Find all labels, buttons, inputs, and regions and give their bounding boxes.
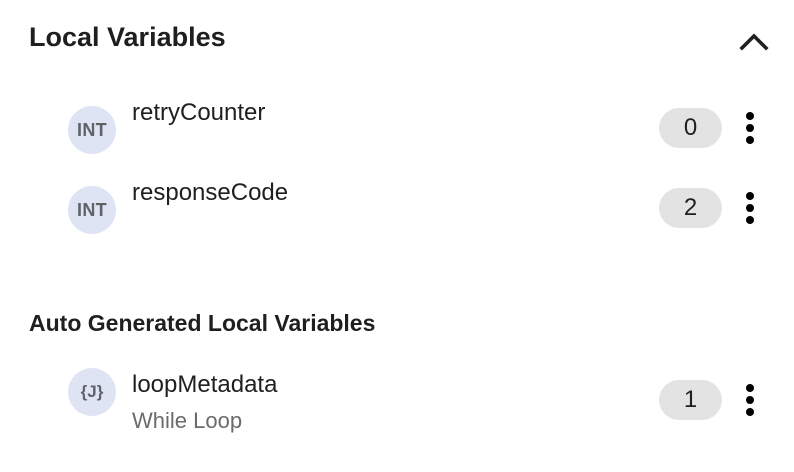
variable-name: responseCode [132,179,289,206]
usage-count-badge: 1 [659,380,722,420]
usage-count-badge: 2 [659,188,722,228]
more-options-button[interactable] [736,380,764,420]
more-options-button[interactable] [736,108,764,148]
variable-name: loopMetadata [132,371,278,398]
int-type-icon: INT [68,186,116,234]
more-options-button[interactable] [736,188,764,228]
int-type-icon: INT [68,106,116,154]
variable-row-loop-metadata[interactable]: {J} loopMetadata While Loop 1 [0,368,794,440]
variable-row-retry-counter[interactable]: INT retryCounter 0 [0,96,794,166]
collapse-button[interactable] [732,22,776,60]
section-title-auto-generated: Auto Generated Local Variables [29,310,376,336]
variable-name: retryCounter [132,99,266,126]
variables-panel: Local Variables INT retryCounter 0 INT r… [0,0,794,472]
variable-row-response-code[interactable]: INT responseCode 2 [0,176,794,246]
json-type-icon: {J} [68,368,116,416]
more-vert-icon [746,384,754,416]
variable-subtitle: While Loop [132,408,243,433]
section-title-local-variables: Local Variables [29,22,226,52]
more-vert-icon [746,112,754,144]
more-vert-icon [746,192,754,224]
usage-count-badge: 0 [659,108,722,148]
chevron-up-icon [739,33,769,51]
